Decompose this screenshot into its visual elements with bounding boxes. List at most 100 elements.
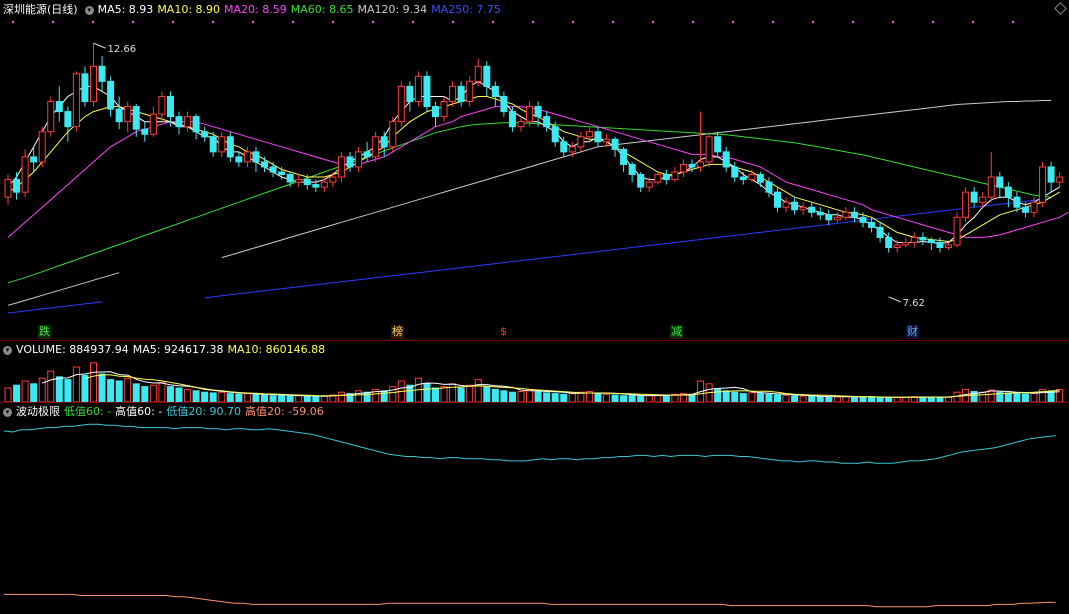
candle[interactable] [671,166,679,183]
candle[interactable] [799,202,807,215]
candle[interactable] [697,111,705,172]
candle[interactable] [184,111,192,132]
settings-toggle-icon[interactable]: ▾ [84,5,94,15]
candle[interactable] [679,159,687,178]
candle[interactable] [47,96,55,137]
candlestick-chart[interactable]: 12.66 7.62 [0,18,1069,340]
candle[interactable] [603,134,610,147]
candle[interactable] [517,116,525,132]
indicator-settings-icon[interactable]: ▾ [3,407,12,417]
candle[interactable] [654,172,662,185]
candle[interactable] [192,114,200,140]
candle[interactable] [987,151,995,203]
candle[interactable] [226,131,234,162]
candle[interactable] [107,76,115,117]
candle[interactable] [714,131,722,157]
candle[interactable] [466,76,474,107]
candle[interactable] [432,101,439,127]
candle[interactable] [577,131,585,152]
candle[interactable] [962,187,970,223]
candle[interactable] [1056,172,1064,188]
candle[interactable] [765,177,773,198]
candle[interactable] [791,197,799,215]
volume-settings-icon[interactable]: ▾ [3,345,12,355]
candle[interactable] [611,136,619,157]
candle[interactable] [423,71,431,112]
candle[interactable] [363,141,371,162]
candle[interactable] [72,71,80,132]
candle[interactable] [320,177,328,193]
candle[interactable] [141,121,149,142]
candle[interactable] [953,212,961,248]
candle[interactable] [355,146,363,172]
candle[interactable] [808,202,816,218]
candle[interactable] [90,43,97,107]
candle[interactable] [38,126,46,167]
candle[interactable] [414,71,422,107]
candle[interactable] [1047,161,1055,193]
candle[interactable] [508,106,516,132]
candle[interactable] [440,96,448,122]
candle[interactable] [722,146,730,172]
event-marker-1[interactable]: 跌 [38,325,51,339]
candle[interactable] [833,212,841,223]
candle[interactable] [337,151,345,183]
candle[interactable] [158,91,166,122]
indicator-chart[interactable] [0,420,1069,614]
candle[interactable] [842,207,850,220]
candle[interactable] [637,172,645,193]
candle[interactable] [628,161,636,183]
candle[interactable] [235,151,243,167]
candle[interactable] [449,81,457,107]
candle[interactable] [457,81,465,107]
candle[interactable] [1039,161,1047,208]
candle[interactable] [55,86,63,122]
candle[interactable] [389,116,397,152]
event-marker-4[interactable]: 减 [670,325,683,339]
candle[interactable] [731,161,739,183]
candle[interactable] [380,131,388,157]
candle[interactable] [115,96,123,130]
candle[interactable] [756,172,764,188]
candle[interactable] [816,207,824,220]
candle[interactable] [705,131,713,167]
candle[interactable] [269,161,277,178]
candle[interactable] [124,101,132,132]
candle[interactable] [98,56,106,92]
candle[interactable] [201,126,209,142]
candle[interactable] [945,242,952,251]
event-marker-5[interactable]: 财 [906,325,919,339]
candle[interactable] [483,61,491,97]
candle[interactable] [372,131,380,162]
candle[interactable] [81,66,89,107]
candle[interactable] [346,151,354,172]
candle[interactable] [543,111,551,132]
candle[interactable] [295,174,303,188]
candle[interactable] [970,187,978,208]
candle[interactable] [594,126,602,147]
volume-chart[interactable] [0,358,1069,402]
candle[interactable] [893,239,901,253]
event-marker-3[interactable]: $ [499,325,508,339]
candle[interactable] [4,174,12,205]
event-marker-2[interactable]: 榜 [391,325,404,339]
candle[interactable] [919,232,927,245]
candle[interactable] [218,131,226,157]
candle[interactable] [406,81,414,112]
candle[interactable] [850,207,858,223]
candle[interactable] [662,169,670,185]
candle[interactable] [910,232,918,248]
candle[interactable] [782,197,790,213]
candle[interactable] [132,104,140,137]
candle[interactable] [936,237,944,253]
candle[interactable] [500,91,508,117]
candle[interactable] [13,172,21,200]
maximize-icon[interactable] [1054,2,1067,15]
candle[interactable] [774,187,781,213]
candle[interactable] [149,106,157,137]
candle[interactable] [261,156,268,172]
candle[interactable] [397,81,405,127]
candle[interactable] [491,81,499,107]
candle[interactable] [825,209,833,225]
candle[interactable] [243,146,251,167]
